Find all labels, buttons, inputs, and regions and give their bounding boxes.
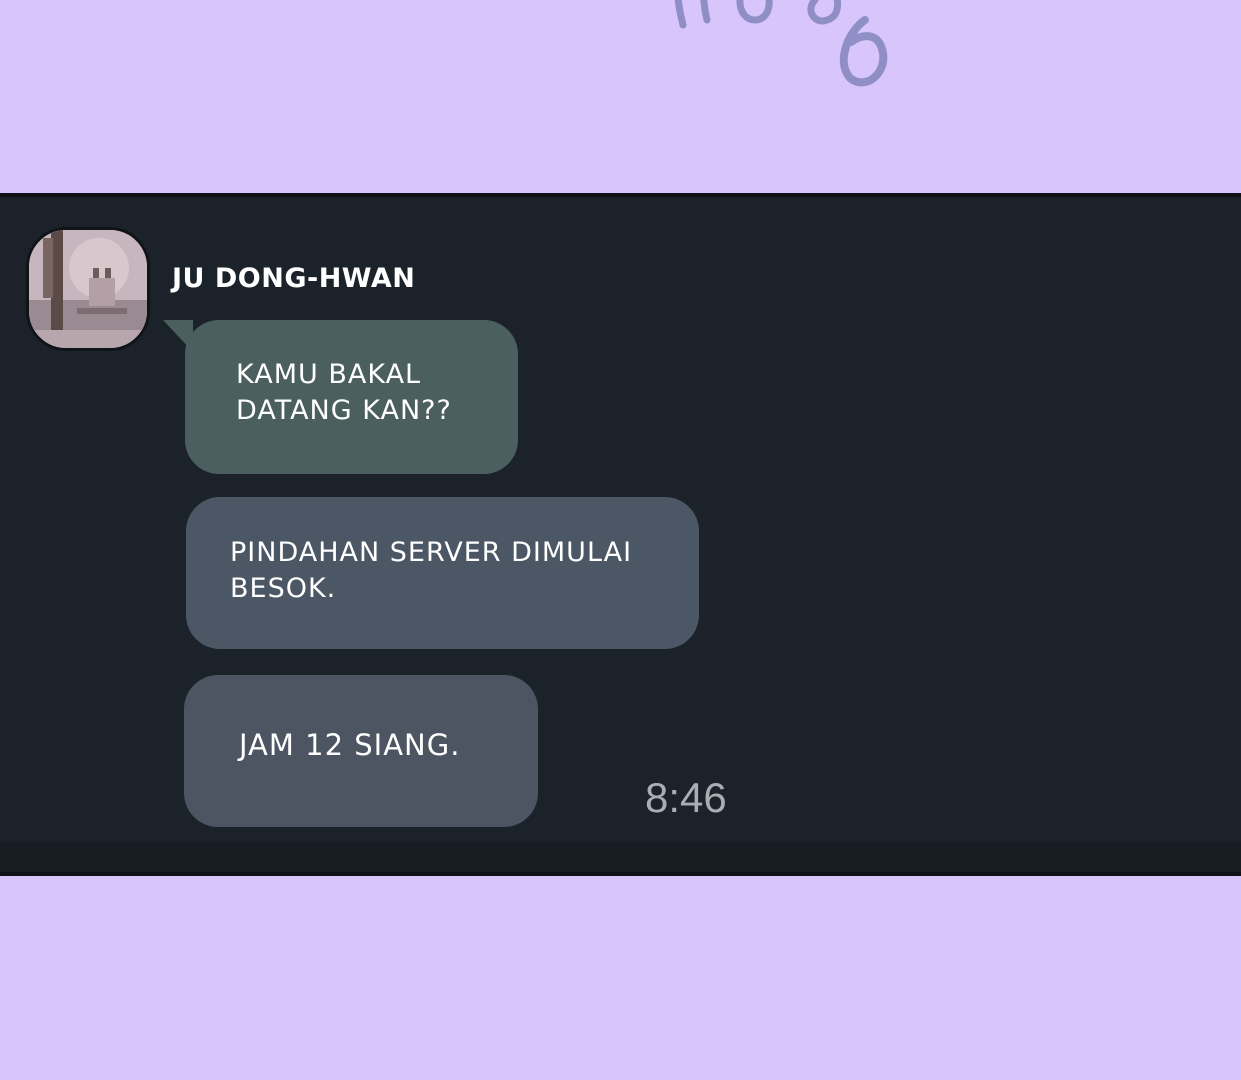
message-text-line: KAMU BAKAL bbox=[236, 359, 422, 390]
chat-panel: JU DONG-HWAN KAMU BAKAL DATANG KAN?? PIN… bbox=[0, 193, 1241, 876]
message-text-line: PINDAHAN SERVER DIMULAI bbox=[230, 537, 633, 568]
page: JU DONG-HWAN KAMU BAKAL DATANG KAN?? PIN… bbox=[0, 0, 1241, 1080]
avatar[interactable] bbox=[26, 227, 150, 351]
message-text-line: JAM 12 SIANG. bbox=[239, 728, 461, 762]
message-bubble[interactable]: JAM 12 SIANG. bbox=[184, 675, 538, 827]
message-bubble[interactable]: KAMU BAKAL DATANG KAN?? bbox=[185, 320, 518, 474]
decorative-scribble bbox=[674, 0, 888, 87]
message-text-line: DATANG KAN?? bbox=[236, 395, 452, 426]
chat-footer-strip bbox=[0, 842, 1241, 872]
avatar-photo-icon bbox=[29, 230, 147, 348]
message-bubble[interactable]: PINDAHAN SERVER DIMULAI BESOK. bbox=[186, 497, 699, 649]
message-timestamp: 8:46 bbox=[645, 774, 727, 821]
sender-name: JU DONG-HWAN bbox=[172, 263, 416, 294]
message-text-line: BESOK. bbox=[230, 573, 337, 604]
